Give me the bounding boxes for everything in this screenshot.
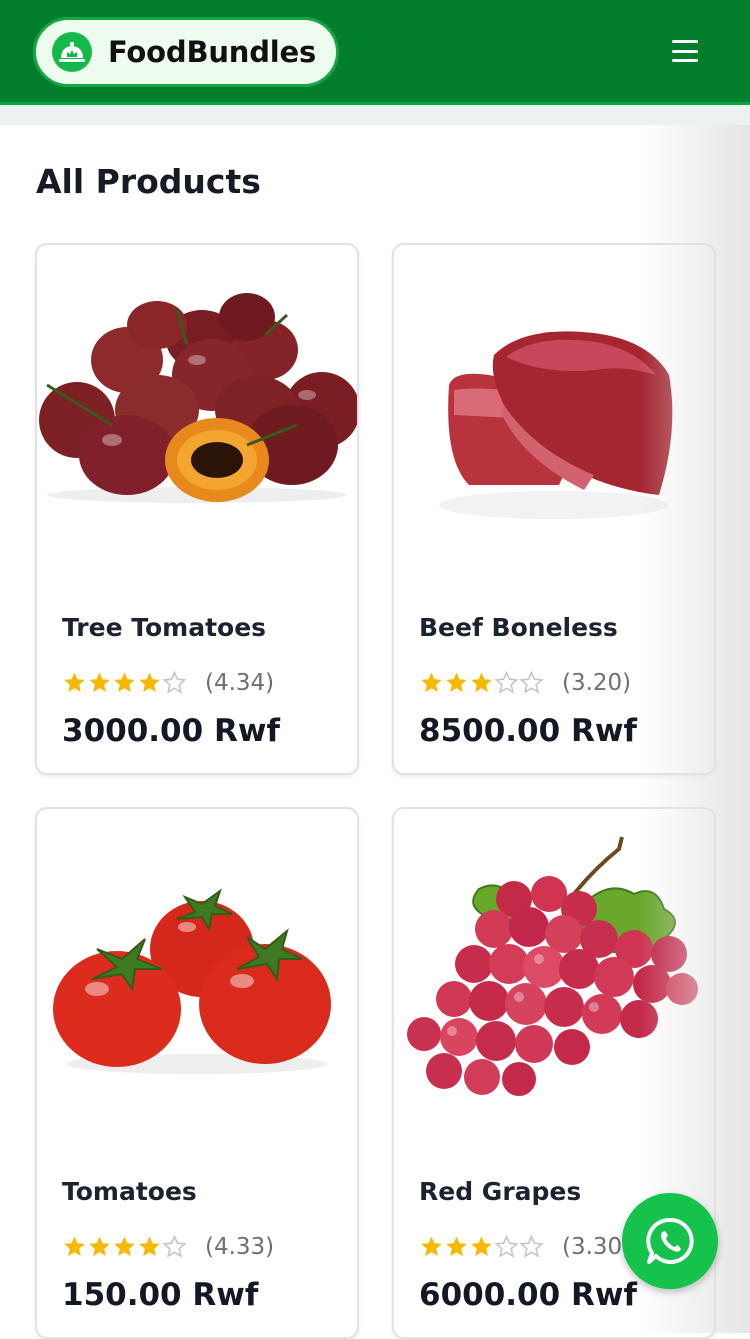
beef-boneless-image [439, 331, 673, 519]
star-rating-icon [62, 671, 187, 695]
star-filled-icon [421, 1236, 442, 1256]
rating-score: (4.33) [205, 1234, 275, 1260]
product-price: 6000.00 Rwf [419, 1277, 637, 1313]
product-card[interactable]: Tree Tomatoes (4.34) 3000.00 Rwf [35, 243, 359, 775]
red-grapes-image [407, 836, 698, 1096]
star-rating-icon [62, 1235, 187, 1259]
star-filled-icon [446, 1236, 467, 1256]
product-name: Red Grapes [419, 1177, 582, 1206]
star-filled-icon [139, 672, 160, 692]
product-rating: (3.20) [419, 670, 631, 696]
star-filled-icon [421, 672, 442, 692]
top-header: FoodBundles [0, 0, 750, 105]
product-rating: (3.30) [419, 1234, 631, 1260]
brand-name: FoodBundles [108, 35, 317, 69]
product-name: Tree Tomatoes [62, 613, 267, 642]
tomatoes-image [53, 888, 331, 1074]
star-empty-icon [162, 1235, 187, 1258]
header-divider-strip [0, 105, 750, 125]
food-cloche-icon [52, 32, 92, 72]
star-filled-icon [139, 1236, 160, 1256]
product-card[interactable]: Beef Boneless (3.20) 8500.00 Rwf [392, 243, 716, 775]
tree-tomatoes-image [39, 293, 357, 503]
star-filled-icon [471, 1236, 492, 1256]
star-empty-icon [494, 671, 519, 694]
star-empty-icon [162, 671, 187, 694]
product-card[interactable]: Tomatoes (4.33) 150.00 Rwf [35, 807, 359, 1339]
product-rating: (4.33) [62, 1234, 274, 1260]
star-filled-icon [446, 672, 467, 692]
hamburger-menu-icon[interactable] [672, 40, 698, 62]
brand-home-link[interactable]: FoodBundles [33, 17, 339, 87]
star-filled-icon [89, 672, 110, 692]
star-filled-icon [89, 1236, 110, 1256]
star-empty-icon [519, 671, 544, 694]
star-empty-icon [519, 1235, 544, 1258]
product-name: Beef Boneless [419, 613, 618, 642]
star-rating-icon [419, 1235, 544, 1259]
product-price: 3000.00 Rwf [62, 713, 280, 749]
product-price: 150.00 Rwf [62, 1277, 259, 1313]
star-filled-icon [64, 672, 85, 692]
star-filled-icon [114, 1236, 135, 1256]
product-name: Tomatoes [62, 1177, 197, 1206]
whatsapp-icon [646, 1217, 694, 1264]
star-filled-icon [64, 1236, 85, 1256]
product-rating: (4.34) [62, 670, 274, 696]
star-filled-icon [114, 672, 135, 692]
page-title: All Products [36, 162, 261, 201]
whatsapp-chat-button[interactable] [622, 1193, 718, 1289]
rating-score: (3.30) [562, 1234, 632, 1260]
rating-score: (3.20) [562, 670, 632, 696]
rating-score: (4.34) [205, 670, 275, 696]
star-empty-icon [494, 1235, 519, 1258]
star-rating-icon [419, 671, 544, 695]
star-filled-icon [471, 672, 492, 692]
product-price: 8500.00 Rwf [419, 713, 637, 749]
